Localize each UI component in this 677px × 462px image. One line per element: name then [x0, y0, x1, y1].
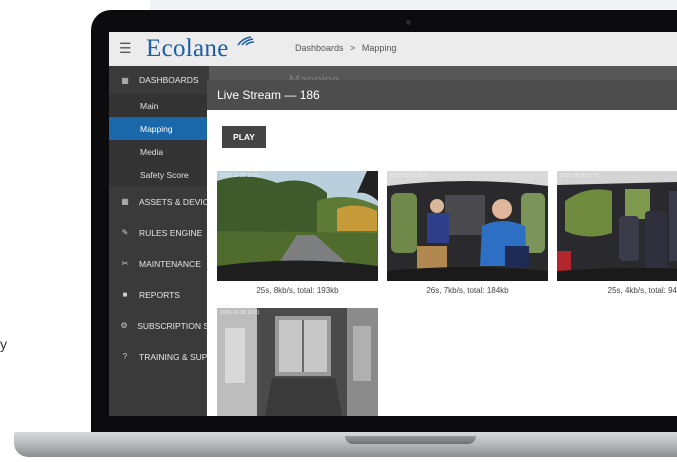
tools-icon: ✂	[121, 259, 129, 268]
cabin-camera-image	[557, 171, 677, 281]
ecolane-logo: Ecolane	[146, 35, 229, 62]
sidebar-sub-main[interactable]: Main	[109, 94, 209, 117]
video-thumbnail-door[interactable]: 2019-10-30 10:01	[217, 308, 378, 416]
video-timestamp: 2019-10-30 10:01	[390, 173, 430, 179]
sidebar-item-label: SUBSCRIPTION S	[137, 320, 209, 331]
laptop-base-notch	[345, 436, 476, 444]
sidebar-item-label: DASHBOARDS	[139, 75, 199, 85]
sidebar-item-label: REPORTS	[139, 289, 180, 300]
dashboard-icon: ▦	[121, 75, 129, 85]
door-camera-image	[217, 308, 378, 416]
breadcrumb-mapping: Mapping	[361, 43, 397, 53]
breadcrumb-dashboards[interactable]: Dashboards	[295, 43, 344, 53]
breadcrumb-separator: >	[350, 43, 356, 53]
video-timestamp: 2019-10-30 10:01	[220, 310, 260, 316]
assets-icon: ▦	[121, 197, 129, 206]
sidebar: ▦ DASHBOARDS Main Mapping Media Safety S…	[109, 66, 209, 416]
report-icon: ■	[122, 290, 128, 299]
sidebar-sub-safety-score[interactable]: Safety Score	[109, 163, 209, 186]
sidebar-item-training[interactable]: ? TRAINING & SUP	[109, 341, 209, 372]
video-thumbnail-road[interactable]: 2019-10-30 10:01	[217, 171, 378, 281]
video-thumbnail-driver[interactable]: 2019-10-30 10:01	[387, 171, 548, 281]
sidebar-item-label: RULES ENGINE	[139, 227, 203, 238]
sidebar-sub-media[interactable]: Media	[109, 140, 209, 163]
gears-icon: ⚙	[120, 321, 128, 330]
road-camera-image	[217, 171, 378, 281]
play-button[interactable]: PLAY	[222, 126, 266, 148]
driver-camera-image	[387, 171, 548, 281]
top-bar: ☰ Ecolane Dashboards > Mapping	[109, 32, 677, 66]
video-thumbnail-cabin[interactable]: 2019-10-30 10:01	[557, 171, 677, 281]
hamburger-menu-icon[interactable]: ☰	[119, 41, 132, 55]
camera-dot	[406, 20, 411, 25]
sidebar-item-reports[interactable]: ■ REPORTS	[109, 279, 209, 310]
modal-title: Live Stream — 186	[207, 80, 677, 110]
sidebar-item-assets[interactable]: ▦ ASSETS & DEVIC	[109, 186, 209, 217]
sidebar-item-label: TRAINING & SUP	[139, 351, 208, 362]
sidebar-item-dashboards[interactable]: ▦ DASHBOARDS	[109, 66, 209, 94]
wrench-icon: ✎	[121, 228, 129, 237]
logo-swoosh-icon	[237, 36, 255, 46]
video-caption: 25s, 4kb/s, total: 94k	[607, 286, 677, 295]
video-caption: 26s, 7kb/s, total: 184kb	[426, 286, 509, 295]
video-timestamp: 2019-10-30 10:01	[560, 173, 600, 179]
sidebar-item-label: ASSETS & DEVIC	[139, 196, 209, 207]
video-timestamp: 2019-10-30 10:01	[220, 173, 260, 179]
sidebar-item-rules-engine[interactable]: ✎ RULES ENGINE	[109, 217, 209, 248]
video-caption: 25s, 8kb/s, total: 193kb	[256, 286, 339, 295]
sidebar-item-subscription[interactable]: ⚙ SUBSCRIPTION S	[109, 310, 209, 341]
sidebar-sub-mapping[interactable]: Mapping	[109, 117, 209, 140]
help-icon: ?	[122, 352, 128, 361]
breadcrumb: Dashboards > Mapping	[295, 43, 400, 53]
laptop-screen: ☰ Ecolane Dashboards > Mapping ▦ DASHBOA…	[109, 32, 677, 416]
sidebar-item-label: MAINTENANCE	[139, 258, 201, 269]
live-stream-modal: Live Stream — 186 PLAY 2019-10-30 10:01 …	[207, 80, 677, 416]
sidebar-item-maintenance[interactable]: ✂ MAINTENANCE	[109, 248, 209, 279]
side-text: y	[0, 336, 7, 352]
